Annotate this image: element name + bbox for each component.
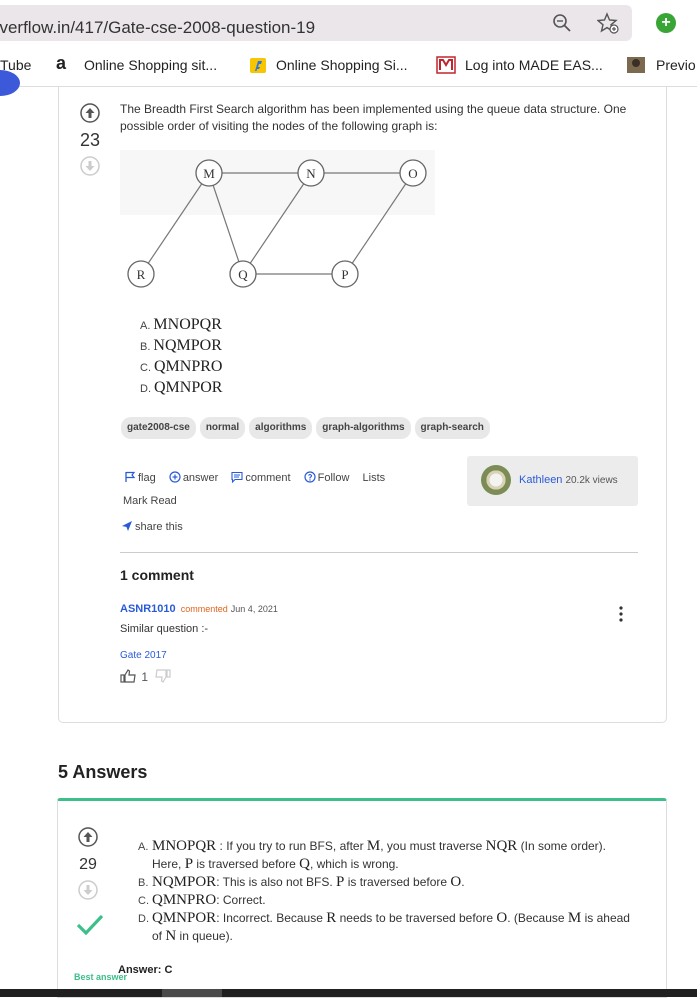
answer-point-b: B. NQMPOR: This is also not BFS. P is tra… <box>138 874 465 890</box>
graph-node-label-Q: Q <box>238 267 248 282</box>
share-button[interactable]: share this <box>121 520 183 533</box>
bookmark-previous[interactable]: Previo <box>656 57 696 73</box>
comment-text: Similar question :- <box>120 623 209 635</box>
tag-gate2008-cse[interactable]: gate2008-cse <box>121 417 196 439</box>
comment-meta: ASNR1010 commented Jun 4, 2021 <box>120 603 278 615</box>
answer-upvote-icon[interactable] <box>78 827 98 847</box>
answer-downvote-icon[interactable] <box>78 880 98 900</box>
taskbar <box>0 989 697 997</box>
answer-point-d: D. QMNPOR: Incorrect. Because R needs to … <box>138 910 630 944</box>
tag-algorithms[interactable]: algorithms <box>249 417 313 439</box>
comment-button[interactable]: comment <box>231 471 291 484</box>
graph-node-label-N: N <box>306 166 316 181</box>
answer-vote-count: 29 <box>79 856 97 873</box>
bookmark-flipkart[interactable]: Online Shopping Si... <box>276 57 408 73</box>
options-list: A. MNOPQR B. NQMPOR C. QMNPRO D. QMNPOR <box>140 315 222 399</box>
tag-graph-search[interactable]: graph-search <box>414 417 490 439</box>
taskbar-app[interactable] <box>162 989 222 997</box>
comment-icon <box>231 471 243 483</box>
bookmark-amazon[interactable]: Online Shopping sit... <box>84 57 217 73</box>
answer-point-a: A. MNOPQR : If you try to run BFS, after … <box>138 838 607 872</box>
option-b: B. NQMPOR <box>140 337 222 354</box>
url-box[interactable]: overflow.in/417/Gate-cse-2008-question-1… <box>0 5 632 41</box>
answer-button[interactable]: answer <box>169 471 218 484</box>
url-text[interactable]: overflow.in/417/Gate-cse-2008-question-1… <box>0 18 315 38</box>
question-text: The Breadth First Search algorithm has b… <box>120 102 627 133</box>
bookmarks-bar: Tube a Online Shopping sit... Online Sho… <box>0 45 697 87</box>
bookmark-made-easy[interactable]: Log into MADE EAS... <box>465 57 603 73</box>
option-c: C. QMNPRO <box>140 358 223 375</box>
flag-icon <box>125 471 136 482</box>
question-graph-diagram: M N O R Q P <box>120 150 435 288</box>
comment-user[interactable]: ASNR1010 <box>120 603 176 615</box>
answer-point-c: C. QMNPRO: Correct. <box>138 892 266 908</box>
comment-verb: commented <box>180 604 228 614</box>
thumbs-down-icon[interactable] <box>155 669 171 683</box>
answer-summary: Answer: C <box>118 964 173 976</box>
flag-button[interactable]: flag <box>124 471 156 484</box>
tag-graph-algorithms[interactable]: graph-algorithms <box>316 417 411 439</box>
made-easy-icon <box>436 56 456 74</box>
more-options-icon[interactable] <box>618 605 624 623</box>
question-actions: flag answer comment Follow Lists <box>124 471 395 484</box>
author-card: Kathleen 20.2k views <box>467 456 638 506</box>
thumbs-up-icon[interactable] <box>120 669 138 683</box>
share-icon <box>122 521 132 531</box>
divider <box>120 552 638 553</box>
option-a: A. MNOPQR <box>140 316 222 333</box>
comments-heading: 1 comment <box>120 567 194 583</box>
browser-address-bar: overflow.in/417/Gate-cse-2008-question-1… <box>0 0 697 45</box>
comment-like-count: 1 <box>141 670 149 684</box>
view-count: 20.2k views <box>565 475 618 486</box>
question-vote-count: 23 <box>79 130 101 150</box>
answer-body: A. MNOPQR : If you try to run BFS, after … <box>138 837 638 945</box>
flipkart-icon <box>250 58 266 73</box>
option-d: D. QMNPOR <box>140 379 223 396</box>
lists-button[interactable]: Lists <box>363 472 386 484</box>
previous-bookmark-icon <box>627 57 645 73</box>
graph-node-label-P: P <box>341 267 348 282</box>
comment-link[interactable]: Gate 2017 <box>120 650 167 661</box>
comment-votes: 1 <box>120 669 171 684</box>
mark-read-button[interactable]: Mark Read <box>123 495 177 507</box>
graph-node-label-M: M <box>203 166 215 181</box>
graph-node-label-O: O <box>408 166 417 181</box>
comment-date: Jun 4, 2021 <box>230 604 278 614</box>
accepted-check-icon <box>76 914 104 936</box>
extension-plus-icon[interactable]: + <box>656 13 676 33</box>
tag-normal[interactable]: normal <box>199 417 246 439</box>
author-info: Kathleen 20.2k views <box>519 474 618 486</box>
downvote-icon[interactable] <box>80 156 100 176</box>
author-name[interactable]: Kathleen <box>519 474 562 486</box>
favorite-star-icon[interactable] <box>597 12 619 34</box>
avatar[interactable] <box>481 465 511 495</box>
amazon-icon: a <box>56 53 67 73</box>
graph-node-label-R: R <box>137 267 146 282</box>
answers-heading: 5 Answers <box>58 762 148 782</box>
question-follow-icon <box>304 471 316 483</box>
tag-list: gate2008-cse normal algorithms graph-algori… <box>121 417 494 439</box>
upvote-icon[interactable] <box>80 103 100 123</box>
follow-button[interactable]: Follow <box>304 471 349 484</box>
answer-icon <box>169 471 181 483</box>
zoom-icon[interactable] <box>551 12 573 34</box>
